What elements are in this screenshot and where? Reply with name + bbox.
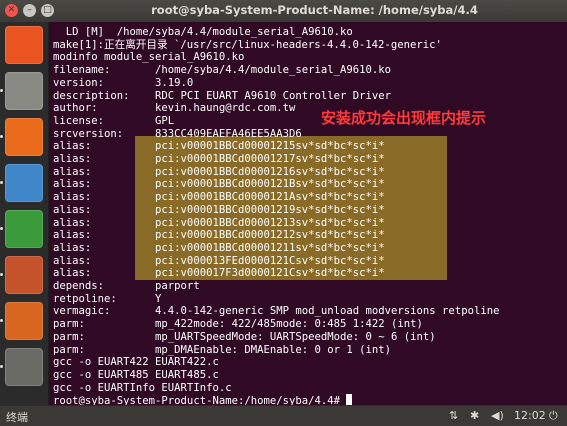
terminal-line: gcc -o EUART485 EUART485.c xyxy=(53,368,219,381)
terminal-line: srcversion: 833CC409EAEFA46EE5AA3D6 xyxy=(53,127,302,140)
terminal-line: alias: pci:v00001BBCd00001217sv*sd*bc*sc… xyxy=(53,153,385,165)
terminal-line: alias: pci:v00001BBCd00001213sv*sd*bc*sc… xyxy=(53,216,385,229)
terminal-line: gcc -o EUART422 EUART422.c xyxy=(53,356,219,369)
window-title: root@syba-System-Product-Name: /home/syb… xyxy=(151,3,478,17)
terminal-line: alias: pci:v000013FEd0000121Csv*sd*bc*sc… xyxy=(53,254,385,267)
clock[interactable]: 12:02 xyxy=(514,409,546,422)
minimize-button[interactable]: – xyxy=(23,4,36,17)
libreoffice-writer-icon[interactable] xyxy=(5,164,43,202)
launcher xyxy=(0,22,49,405)
ubuntu-dash-icon[interactable] xyxy=(5,26,43,64)
close-button[interactable]: ✕ xyxy=(5,4,18,17)
terminal-line: author: kevin.haung@rdc.com.tw xyxy=(53,102,296,115)
libreoffice-calc-icon[interactable] xyxy=(5,210,43,248)
terminal-line: filename: /home/syba/4.4/module_serial_A… xyxy=(53,64,392,77)
terminal-line: version: 3.19.0 xyxy=(53,76,194,89)
libreoffice-impress-icon[interactable] xyxy=(5,256,43,294)
terminal-line: alias: pci:v000017F3d0000121Csv*sd*bc*sc… xyxy=(53,267,385,280)
running-indicator xyxy=(0,135,3,138)
terminal-prompt-line: root@syba-System-Product-Name:/home/syba… xyxy=(53,394,353,405)
terminal-line: parm: mp_UARTSpeedMode: UARTSpeedMode: 0… xyxy=(53,330,436,343)
taskbar: 终端 ⇅ ✱ ◀) 12:02 ⏻ xyxy=(0,405,567,426)
terminal-line: license: GPL xyxy=(53,114,175,127)
running-indicator xyxy=(0,89,3,92)
running-indicator xyxy=(0,365,3,368)
terminal-line: alias: pci:v00001BBCd0000121Bsv*sd*bc*sc… xyxy=(53,178,385,191)
terminal-line: depends: parport xyxy=(53,280,200,292)
taskbar-app-label[interactable]: 终端 xyxy=(6,409,28,425)
firefox-icon[interactable] xyxy=(5,118,43,156)
terminal-cursor xyxy=(346,394,353,405)
terminal-line: parm: mp_422mode: 422/485mode: 0:485 1:4… xyxy=(53,318,423,331)
bluetooth-icon[interactable]: ✱ xyxy=(470,409,479,422)
terminal-line: alias: pci:v00001BBCd0000121Asv*sd*bc*sc… xyxy=(53,191,385,204)
terminal-line: vermagic: 4.4.0-142-generic SMP mod_unlo… xyxy=(53,305,500,318)
terminal-line: make[1]:正在离开目录 `/usr/src/linux-headers-4… xyxy=(53,38,442,51)
network-icon[interactable]: ⇅ xyxy=(449,409,458,422)
running-indicator xyxy=(0,273,3,276)
terminal-prompt: root@syba-System-Product-Name:/home/syba… xyxy=(53,395,347,405)
software-center-icon[interactable] xyxy=(5,302,43,340)
terminal-line: parm: mp_DMAEnable: DMAEnable: 0 or 1 (i… xyxy=(53,343,392,356)
terminal-line: description: RDC PCI EUART A9610 Control… xyxy=(53,89,392,102)
volume-icon[interactable]: ◀) xyxy=(491,409,504,422)
terminal-line: modinfo module_serial_A9610.ko xyxy=(53,51,245,64)
running-indicator xyxy=(0,319,3,322)
running-indicator xyxy=(0,181,3,184)
power-icon[interactable]: ⏻ xyxy=(549,409,558,423)
terminal-output[interactable]: LD [M] /home/syba/4.4/module_serial_A961… xyxy=(49,22,567,405)
annotation-text: 安装成功会出现框内提示 xyxy=(321,109,487,127)
files-icon[interactable] xyxy=(5,72,43,110)
terminal-line: alias: pci:v00001BBCd00001212sv*sd*bc*sc… xyxy=(53,229,385,242)
terminal-line: alias: pci:v00001BBCd00001216sv*sd*bc*sc… xyxy=(53,165,385,178)
maximize-button[interactable]: □ xyxy=(41,4,54,17)
terminal-line: retpoline: Y xyxy=(53,292,162,305)
terminal-line: LD [M] /home/syba/4.4/module_serial_A961… xyxy=(53,26,353,38)
running-indicator xyxy=(0,227,3,230)
terminal-line: alias: pci:v00001BBCd00001215sv*sd*bc*sc… xyxy=(53,140,385,153)
title-bar: ✕ – □ root@syba-System-Product-Name: /ho… xyxy=(0,0,567,23)
terminal-line: alias: pci:v00001BBCd00001211sv*sd*bc*sc… xyxy=(53,241,385,254)
system-settings-icon[interactable] xyxy=(5,348,43,386)
window-controls: ✕ – □ xyxy=(0,4,58,18)
terminal-line: alias: pci:v00001BBCd00001219sv*sd*bc*sc… xyxy=(53,203,385,216)
terminal-line: gcc -o EUARTInfo EUARTInfo.c xyxy=(53,381,232,394)
